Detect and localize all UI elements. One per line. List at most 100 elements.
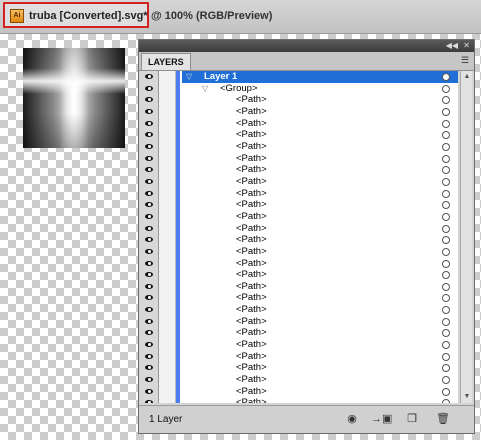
layer-name-area[interactable]: <Path> <box>182 223 458 235</box>
target-circle-icon[interactable] <box>442 119 450 128</box>
path-row[interactable]: <Path> <box>141 210 458 223</box>
visibility-eye-icon[interactable] <box>141 140 159 153</box>
scroll-down-icon[interactable]: ▼ <box>462 392 472 402</box>
target-circle-icon[interactable] <box>442 376 450 385</box>
lock-toggle[interactable] <box>159 71 176 83</box>
visibility-eye-icon[interactable] <box>141 94 159 106</box>
target-circle-icon[interactable] <box>442 306 450 315</box>
visibility-eye-icon[interactable] <box>141 350 159 363</box>
path-row[interactable]: <Path> <box>141 105 458 118</box>
target-circle-icon[interactable] <box>442 317 450 326</box>
path-row[interactable]: <Path> <box>141 339 458 351</box>
layer-name-area[interactable]: <Path> <box>182 106 458 118</box>
target-circle-icon[interactable] <box>442 247 450 256</box>
visibility-eye-icon[interactable] <box>141 257 159 270</box>
target-circle-icon[interactable] <box>442 189 450 198</box>
layer-row[interactable]: ▽ Layer 1 <box>141 71 458 83</box>
lock-toggle[interactable] <box>159 245 176 258</box>
visibility-eye-icon[interactable] <box>141 304 159 316</box>
lock-toggle[interactable] <box>159 257 176 270</box>
path-row[interactable]: <Path> <box>141 222 458 235</box>
path-row[interactable]: <Path> <box>141 397 458 403</box>
visibility-eye-icon[interactable] <box>141 210 159 223</box>
path-row[interactable]: <Path> <box>141 187 458 200</box>
visibility-eye-icon[interactable] <box>141 152 159 165</box>
path-row[interactable]: <Path> <box>141 199 458 211</box>
target-circle-icon[interactable] <box>442 341 450 350</box>
visibility-eye-icon[interactable] <box>141 164 159 176</box>
layer-name-area[interactable]: <Path> <box>182 292 458 304</box>
target-circle-icon[interactable] <box>442 212 450 221</box>
layer-name-area[interactable]: <Path> <box>182 374 458 386</box>
visibility-eye-icon[interactable] <box>141 269 159 281</box>
lock-toggle[interactable] <box>159 187 176 200</box>
visibility-eye-icon[interactable] <box>141 292 159 305</box>
target-circle-icon[interactable] <box>442 352 450 361</box>
path-row[interactable]: <Path> <box>141 385 458 398</box>
target-circle-icon[interactable] <box>442 329 450 338</box>
visibility-eye-icon[interactable] <box>141 280 159 293</box>
path-row[interactable]: <Path> <box>141 140 458 153</box>
panel-menu-icon[interactable]: ☰ <box>461 55 471 65</box>
lock-toggle[interactable] <box>159 105 176 118</box>
layer-name-area[interactable]: <Path> <box>182 118 458 130</box>
visibility-eye-icon[interactable] <box>141 397 159 403</box>
layer-name-area[interactable]: <Path> <box>182 153 458 165</box>
layer-name-area[interactable]: ▽ <Group> <box>182 83 458 95</box>
visibility-eye-icon[interactable] <box>141 374 159 386</box>
target-circle-icon[interactable] <box>442 387 450 396</box>
lock-toggle[interactable] <box>159 82 176 95</box>
visibility-eye-icon[interactable] <box>141 105 159 118</box>
target-circle-icon[interactable] <box>442 271 450 280</box>
lock-toggle[interactable] <box>159 362 176 375</box>
target-circle-icon[interactable] <box>442 84 450 93</box>
path-row[interactable]: <Path> <box>141 280 458 293</box>
visibility-eye-icon[interactable] <box>141 315 159 328</box>
layer-name-area[interactable]: ▽ Layer 1 <box>182 71 458 83</box>
expand-triangle-icon[interactable]: ▽ <box>186 72 192 82</box>
layer-name-area[interactable]: <Path> <box>182 176 458 188</box>
visibility-eye-icon[interactable] <box>141 117 159 130</box>
layer-name-area[interactable]: <Path> <box>182 141 458 153</box>
target-circle-icon[interactable] <box>442 259 450 268</box>
lock-toggle[interactable] <box>159 350 176 363</box>
target-circle-icon[interactable] <box>442 224 450 233</box>
panel-title-bar[interactable]: ◀◀ ✕ <box>139 40 474 52</box>
layer-name-area[interactable]: <Path> <box>182 397 458 403</box>
path-row[interactable]: <Path> <box>141 117 458 130</box>
visibility-eye-icon[interactable] <box>141 175 159 188</box>
path-row[interactable]: <Path> <box>141 234 458 246</box>
visibility-eye-icon[interactable] <box>141 71 159 83</box>
target-circle-icon[interactable] <box>442 364 450 373</box>
collapse-panel-icon[interactable]: ◀◀ <box>446 40 458 52</box>
layer-name-area[interactable]: <Path> <box>182 258 458 270</box>
layer-name-area[interactable]: <Path> <box>182 351 458 363</box>
layer-name-area[interactable]: <Path> <box>182 362 458 374</box>
new-layer-icon[interactable]: ❐ <box>404 412 420 426</box>
target-circle-icon[interactable] <box>442 201 450 210</box>
layer-name-area[interactable]: <Path> <box>182 386 458 398</box>
lock-toggle[interactable] <box>159 280 176 293</box>
visibility-eye-icon[interactable] <box>141 187 159 200</box>
layer-name-area[interactable]: <Path> <box>182 211 458 223</box>
lock-toggle[interactable] <box>159 210 176 223</box>
visibility-eye-icon[interactable] <box>141 82 159 95</box>
path-row[interactable]: <Path> <box>141 152 458 165</box>
lock-toggle[interactable] <box>159 175 176 188</box>
visibility-eye-icon[interactable] <box>141 234 159 246</box>
close-panel-icon[interactable]: ✕ <box>463 40 470 52</box>
lock-toggle[interactable] <box>159 339 176 351</box>
layer-name-area[interactable]: <Path> <box>182 164 458 176</box>
document-tab[interactable]: Ai truba [Converted].svg* <box>3 2 149 28</box>
lock-toggle[interactable] <box>159 140 176 153</box>
layer-name-area[interactable]: <Path> <box>182 269 458 281</box>
tab-layers[interactable]: LAYERS <box>141 53 191 70</box>
artwork-preview[interactable] <box>23 48 125 148</box>
lock-toggle[interactable] <box>159 117 176 130</box>
target-circle-icon[interactable] <box>442 399 450 403</box>
path-row[interactable]: <Path> <box>141 129 458 141</box>
path-row[interactable]: <Path> <box>141 304 458 316</box>
lock-toggle[interactable] <box>159 374 176 386</box>
trash-icon[interactable]: 🗑 <box>435 412 451 426</box>
lock-toggle[interactable] <box>159 304 176 316</box>
